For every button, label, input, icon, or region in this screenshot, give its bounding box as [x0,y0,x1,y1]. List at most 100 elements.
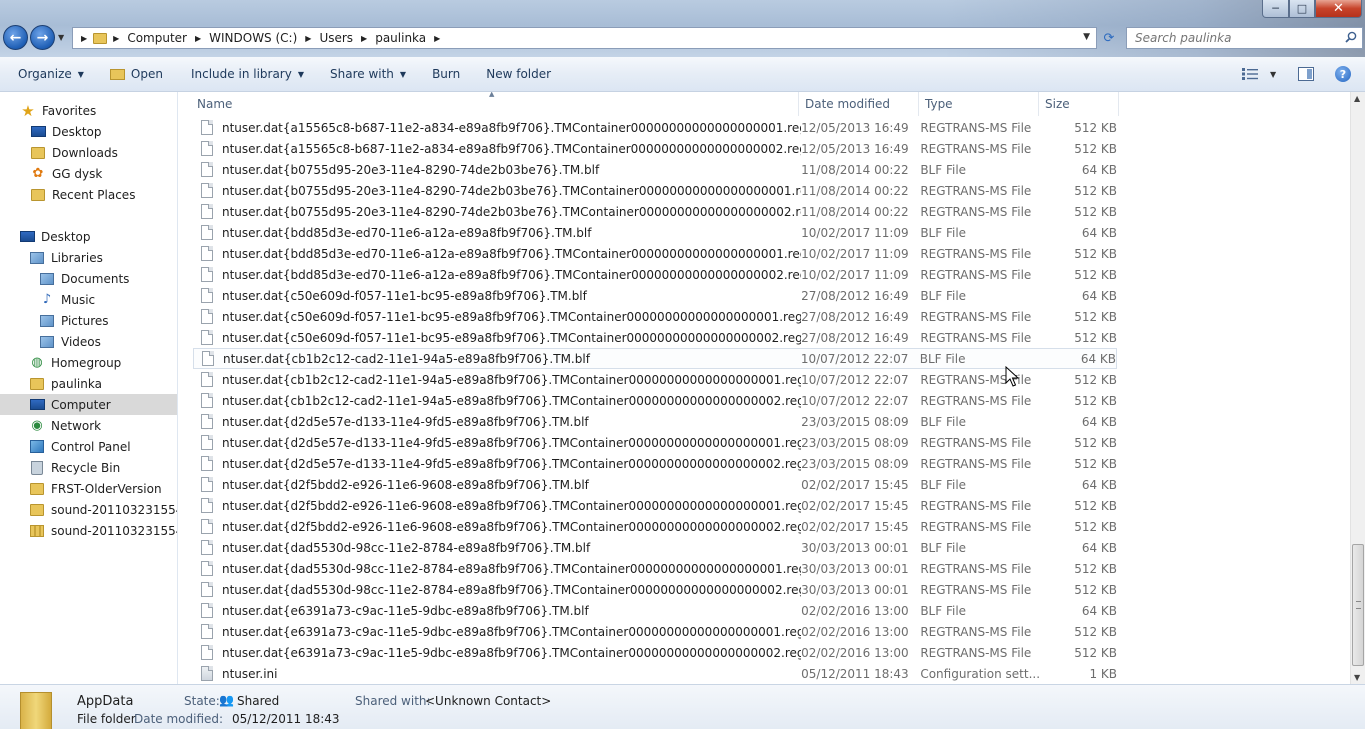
file-name: ntuser.dat{c50e609d-f057-11e1-bc95-e89a8… [222,288,587,303]
organize-menu[interactable]: Organize ▼ [9,57,93,91]
column-size[interactable]: Size [1039,92,1119,116]
breadcrumb-root[interactable]: ▶ [73,34,95,43]
nav-lib-music[interactable]: ♪ Music [39,289,95,310]
breadcrumb-paulinka[interactable]: ▶ paulinka ▶ [353,31,448,45]
nav-lib-documents[interactable]: Documents [39,268,129,289]
file-row[interactable]: ntuser.dat{d2f5bdd2-e926-11e6-9608-e89a8… [193,495,1117,516]
breadcrumb-computer[interactable]: ▶ Computer [113,31,187,45]
file-icon [201,477,213,492]
nav-lib-videos[interactable]: Videos [39,331,101,352]
file-row[interactable]: ntuser.dat{c50e609d-f057-11e1-bc95-e89a8… [193,306,1117,327]
burn-button[interactable]: Burn [423,57,469,91]
nav-homegroup[interactable]: ◍ Homegroup [29,352,121,373]
nav-favorites[interactable]: ★ Favorites [20,100,96,121]
scroll-up-arrow-icon[interactable]: ▲ [1354,94,1360,103]
forward-button[interactable]: → [30,25,55,50]
file-row[interactable]: ntuser.dat{dad5530d-98cc-11e2-8784-e89a8… [193,558,1117,579]
file-icon [201,414,213,429]
chevron-down-icon: ▼ [297,69,304,79]
file-row[interactable]: ntuser.dat{d2f5bdd2-e926-11e6-9608-e89a8… [193,516,1117,537]
file-row[interactable]: ntuser.dat{b0755d95-20e3-11e4-8290-74de2… [193,180,1117,201]
breadcrumb-users[interactable]: ▶ Users [297,31,353,45]
nav-desktop[interactable]: Desktop [19,226,91,247]
column-date-modified[interactable]: Date modified [799,92,919,116]
file-row[interactable]: ntuser.dat{dad5530d-98cc-11e2-8784-e89a8… [193,537,1117,558]
nav-sound-zip[interactable]: sound-20110323155406.z [29,520,177,541]
breadcrumb-windows-c[interactable]: ▶ WINDOWS (C:) [187,31,297,45]
file-row[interactable]: ntuser.dat{c50e609d-f057-11e1-bc95-e89a8… [193,285,1117,306]
file-row[interactable]: ntuser.dat{d2d5e57e-d133-11e4-9fd5-e89a8… [193,411,1117,432]
file-row[interactable]: ntuser.dat{cb1b2c12-cad2-11e1-94a5-e89a8… [193,390,1117,411]
file-row[interactable]: ntuser.dat{cb1b2c12-cad2-11e1-94a5-e89a8… [193,369,1117,390]
nav-libraries[interactable]: Libraries [29,247,103,268]
preview-pane-button[interactable] [1298,67,1314,81]
address-dropdown-button[interactable]: ▼ [1083,32,1090,42]
nav-frst-olderversion[interactable]: FRST-OlderVersion [29,478,162,499]
minimize-button[interactable]: ─ [1262,0,1289,18]
file-type: REGTRANS-MS File [920,456,1032,471]
help-button[interactable]: ? [1335,66,1351,82]
nav-sound-folder[interactable]: sound-20110323155406 [29,499,177,520]
file-row[interactable]: ntuser.dat{d2d5e57e-d133-11e4-9fd5-e89a8… [193,432,1117,453]
file-row[interactable]: ntuser.dat{e6391a73-c9ac-11e5-9dbc-e89a8… [193,600,1117,621]
nav-user-paulinka[interactable]: paulinka [29,373,102,394]
file-row[interactable]: ntuser.dat{a15565c8-b687-11e2-a834-e89a8… [193,117,1117,138]
nav-lib-pictures[interactable]: Pictures [39,310,109,331]
recent-pages-dropdown[interactable]: ▼ [58,33,64,42]
file-name: ntuser.dat{bdd85d3e-ed70-11e6-a12a-e89a8… [222,246,802,261]
file-row[interactable]: ntuser.dat{cb1b2c12-cad2-11e1-94a5-e89a8… [193,348,1117,369]
include-in-library-menu[interactable]: Include in library ▼ [182,57,313,91]
file-type: REGTRANS-MS File [920,582,1032,597]
file-size: 512 KB [1074,393,1118,408]
nav-network[interactable]: ◉ Network [29,415,101,436]
details-item-kind: File folder [77,712,136,726]
vertical-scrollbar[interactable]: ▲ ▼ [1350,92,1365,684]
file-name: ntuser.dat{b0755d95-20e3-11e4-8290-74de2… [222,162,600,177]
file-row[interactable]: ntuser.dat{e6391a73-c9ac-11e5-9dbc-e89a8… [193,642,1117,663]
file-row[interactable]: ntuser.dat{d2f5bdd2-e926-11e6-9608-e89a8… [193,474,1117,495]
nav-computer[interactable]: Computer [0,394,177,415]
file-name: ntuser.dat{bdd85d3e-ed70-11e6-a12a-e89a8… [222,267,802,282]
column-name[interactable]: ▲ Name [179,92,799,116]
back-button[interactable]: ← [3,25,28,50]
file-row[interactable]: ntuser.dat{d2d5e57e-d133-11e4-9fd5-e89a8… [193,453,1117,474]
file-size: 512 KB [1074,204,1118,219]
nav-fav-desktop[interactable]: Desktop [30,121,102,142]
search-input[interactable] [1127,28,1327,48]
column-type[interactable]: Type [919,92,1039,116]
scroll-down-arrow-icon[interactable]: ▼ [1354,673,1360,682]
file-row[interactable]: ntuser.dat{bdd85d3e-ed70-11e6-a12a-e89a8… [193,222,1117,243]
file-row[interactable]: ntuser.dat{a15565c8-b687-11e2-a834-e89a8… [193,138,1117,159]
nav-recycle-bin[interactable]: Recycle Bin [29,457,120,478]
nav-fav-downloads[interactable]: Downloads [30,142,118,163]
file-row[interactable]: ntuser.dat{b0755d95-20e3-11e4-8290-74de2… [193,201,1117,222]
file-size: 512 KB [1074,372,1118,387]
file-row[interactable]: ntuser.dat{bdd85d3e-ed70-11e6-a12a-e89a8… [193,264,1117,285]
search-icon[interactable] [1345,31,1357,43]
close-button[interactable]: ✕ [1315,0,1362,18]
file-name: ntuser.dat{a15565c8-b687-11e2-a834-e89a8… [222,141,802,156]
maximize-button[interactable]: □ [1289,0,1315,18]
file-row[interactable]: ntuser.dat{c50e609d-f057-11e1-bc95-e89a8… [193,327,1117,348]
nav-control-panel[interactable]: Control Panel [29,436,131,457]
nav-fav-gg-dysk[interactable]: ✿ GG dysk [30,163,103,184]
scrollbar-thumb[interactable] [1352,544,1364,666]
file-type: BLF File [920,162,967,177]
address-bar[interactable]: ▶ ▶ Computer ▶ WINDOWS (C:) ▶ Users ▶ paulin… [72,27,1097,49]
file-row[interactable]: ntuser.ini 05/12/2011 18:43 Configuration … [193,663,1117,684]
refresh-button[interactable]: ⟳ [1098,28,1120,48]
file-row[interactable]: ntuser.dat{bdd85d3e-ed70-11e6-a12a-e89a8… [193,243,1117,264]
nav-fav-recent-places[interactable]: Recent Places [30,184,135,205]
file-row[interactable]: ntuser.dat{e6391a73-c9ac-11e5-9dbc-e89a8… [193,621,1117,642]
open-button[interactable]: Open [101,57,172,91]
file-size: 512 KB [1074,246,1118,261]
change-view-menu[interactable]: ▼ [1242,68,1276,80]
share-with-menu[interactable]: Share with ▼ [321,57,415,91]
new-folder-button[interactable]: New folder [477,57,560,91]
search-box[interactable] [1126,27,1363,49]
file-icon [202,351,214,366]
file-row[interactable]: ntuser.dat{dad5530d-98cc-11e2-8784-e89a8… [193,579,1117,600]
file-row[interactable]: ntuser.dat{b0755d95-20e3-11e4-8290-74de2… [193,159,1117,180]
file-icon [201,540,213,555]
file-icon [201,330,213,345]
